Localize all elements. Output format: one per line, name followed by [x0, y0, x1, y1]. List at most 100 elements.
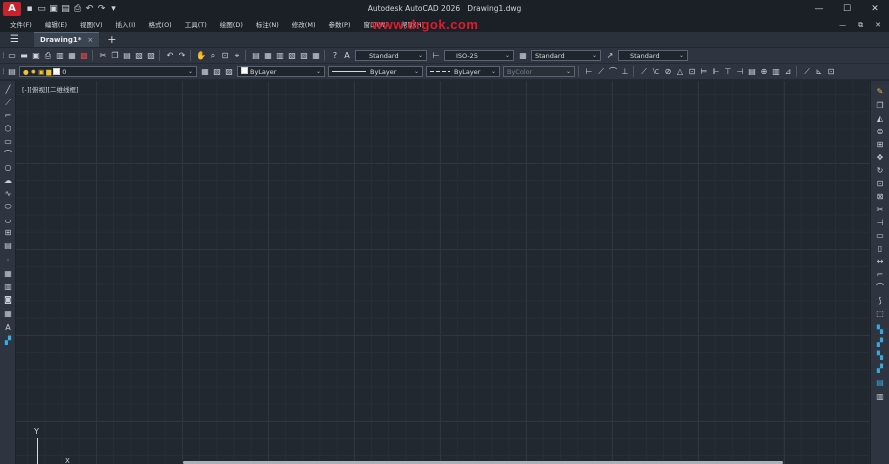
circle-icon[interactable]: ○: [3, 163, 13, 173]
qnew-icon[interactable]: ▭: [7, 51, 17, 61]
match-properties-icon[interactable]: ▧: [134, 51, 144, 61]
undo-icon-2[interactable]: ↶: [165, 51, 175, 61]
ellipse-icon[interactable]: ⬭: [3, 202, 13, 212]
draworder-above-icon[interactable]: ▚: [875, 351, 885, 361]
autocad-logo-icon[interactable]: A: [3, 2, 21, 16]
scale-icon[interactable]: ⊡: [875, 179, 885, 189]
draworder-back-icon[interactable]: ▞: [875, 338, 885, 348]
dim-radius-icon[interactable]: ⟋: [639, 67, 649, 77]
make-current-layer-icon[interactable]: ▦: [200, 67, 210, 77]
fillet-icon[interactable]: ⌒: [875, 283, 885, 293]
design-center-icon[interactable]: ▦: [263, 51, 273, 61]
mirror-icon[interactable]: ◭: [875, 114, 885, 124]
break-at-point-icon[interactable]: ▭: [875, 231, 885, 241]
menu-edit[interactable]: 编辑(E): [45, 18, 67, 32]
plot-icon[interactable]: ⎙: [73, 4, 82, 14]
draworder-under-icon[interactable]: ▞: [875, 364, 885, 374]
jogged-linear-icon[interactable]: ⊿: [783, 67, 793, 77]
hamburger-menu-icon[interactable]: ☰: [10, 32, 24, 47]
grip-handle-icon[interactable]: ⁞: [2, 51, 5, 61]
point-icon[interactable]: ·: [3, 256, 13, 266]
dim-baseline-icon[interactable]: ⊨: [699, 67, 709, 77]
menu-insert[interactable]: 插入(I): [116, 18, 136, 32]
menu-view[interactable]: 视图(V): [80, 18, 103, 32]
add-selected-icon[interactable]: ▞: [3, 336, 13, 346]
color-select[interactable]: ByLayer ⌄: [237, 66, 325, 77]
publish-icon[interactable]: ▦: [67, 51, 77, 61]
insert-block-icon[interactable]: ⊞: [3, 228, 13, 238]
trim-icon[interactable]: ✂: [875, 205, 885, 215]
menu-format[interactable]: 格式(O): [149, 18, 172, 32]
dim-space-icon[interactable]: ⊤: [723, 67, 733, 77]
menu-file[interactable]: 文件(F): [10, 18, 32, 32]
gradient-icon[interactable]: ▥: [3, 282, 13, 292]
block-editor-icon[interactable]: ▨: [146, 51, 156, 61]
3d-print-icon[interactable]: ▩: [79, 51, 89, 61]
text-style-icon[interactable]: A: [342, 51, 352, 61]
drawing-canvas[interactable]: [16, 81, 870, 464]
undo-icon[interactable]: ↶: [85, 4, 94, 14]
ellipse-arc-icon[interactable]: ◡: [3, 215, 13, 225]
multiline-text-icon[interactable]: A: [3, 323, 13, 333]
menu-modify[interactable]: 修改(M): [292, 18, 316, 32]
plot-icon-2[interactable]: ⎙: [43, 51, 53, 61]
polygon-icon[interactable]: ⬡: [3, 124, 13, 134]
polyline-icon[interactable]: ⌐: [3, 111, 13, 121]
redo-icon-2[interactable]: ↷: [177, 51, 187, 61]
offset-icon[interactable]: ⊜: [875, 127, 885, 137]
copy-object-icon[interactable]: ❐: [875, 101, 885, 111]
hatch-icon[interactable]: ▦: [3, 269, 13, 279]
properties-icon[interactable]: ▤: [251, 51, 261, 61]
restore-button[interactable]: ☐: [833, 0, 861, 18]
dim-update-icon[interactable]: ⊡: [826, 67, 836, 77]
join-icon[interactable]: ↔: [875, 257, 885, 267]
save-icon[interactable]: ▣: [49, 4, 58, 14]
draworder-front-icon[interactable]: ▚: [875, 325, 885, 335]
save-as-icon[interactable]: ▤: [61, 4, 70, 14]
chamfer-icon[interactable]: ⌐: [875, 270, 885, 280]
menu-parametric[interactable]: 参数(P): [328, 18, 350, 32]
mleader-style-select[interactable]: Standard ⌄: [618, 50, 688, 61]
dim-style-select[interactable]: ISO-25 ⌄: [444, 50, 514, 61]
copy-icon[interactable]: ❐: [110, 51, 120, 61]
extend-icon[interactable]: ⊣: [875, 218, 885, 228]
zoom-previous-icon[interactable]: ⌖: [232, 51, 242, 61]
dim-angular-icon[interactable]: △: [675, 67, 685, 77]
dim-diameter-icon[interactable]: ⊘: [663, 67, 673, 77]
lineweight-select[interactable]: ByLayer ⌄: [426, 66, 500, 77]
doc-close-button[interactable]: ✕: [875, 21, 881, 29]
menu-draw[interactable]: 绘图(D): [220, 18, 243, 32]
quick-dim-icon[interactable]: ⊡: [687, 67, 697, 77]
minimize-button[interactable]: —: [805, 0, 833, 18]
construction-line-icon[interactable]: ⟋: [3, 98, 13, 108]
layer-previous-icon[interactable]: ▧: [212, 67, 222, 77]
revision-cloud-icon[interactable]: ☁: [3, 176, 13, 186]
dim-linear-icon[interactable]: ⊢: [584, 67, 594, 77]
new-file-icon[interactable]: ▪: [25, 4, 34, 14]
dim-jogged-icon[interactable]: ⟈: [651, 67, 661, 77]
blend-curves-icon[interactable]: ⟆: [875, 296, 885, 306]
plot-preview-icon[interactable]: ▥: [55, 51, 65, 61]
dim-style-icon[interactable]: ⊢: [431, 51, 441, 61]
customize-qat-icon[interactable]: ▾: [109, 4, 118, 14]
open-icon[interactable]: ▬: [19, 51, 29, 61]
text-to-front-icon[interactable]: ▤: [875, 378, 885, 388]
break-icon[interactable]: ▯: [875, 244, 885, 254]
menu-dimension[interactable]: 标注(N): [256, 18, 279, 32]
dim-break-icon[interactable]: ⊣: [735, 67, 745, 77]
doc-minimize-button[interactable]: —: [839, 21, 846, 29]
explode-icon[interactable]: ⬚: [875, 309, 885, 319]
dim-continue-icon[interactable]: ⊩: [711, 67, 721, 77]
region-icon[interactable]: ◙: [3, 295, 13, 305]
tab-close-icon[interactable]: ×: [87, 36, 93, 44]
inspect-icon[interactable]: ▥: [771, 67, 781, 77]
menu-tools[interactable]: 工具(T): [185, 18, 207, 32]
tolerance-icon[interactable]: ▤: [747, 67, 757, 77]
grip-handle-icon[interactable]: ⁞: [2, 67, 5, 77]
viewport-controls-label[interactable]: [-][俯视][二维线框]: [22, 84, 79, 94]
dim-arc-icon[interactable]: ⌒: [608, 67, 618, 77]
erase-icon[interactable]: ✎: [875, 87, 885, 97]
markup-icon[interactable]: ▨: [299, 51, 309, 61]
calculator-icon[interactable]: ▦: [311, 51, 321, 61]
layer-properties-icon[interactable]: ▤: [7, 67, 17, 77]
